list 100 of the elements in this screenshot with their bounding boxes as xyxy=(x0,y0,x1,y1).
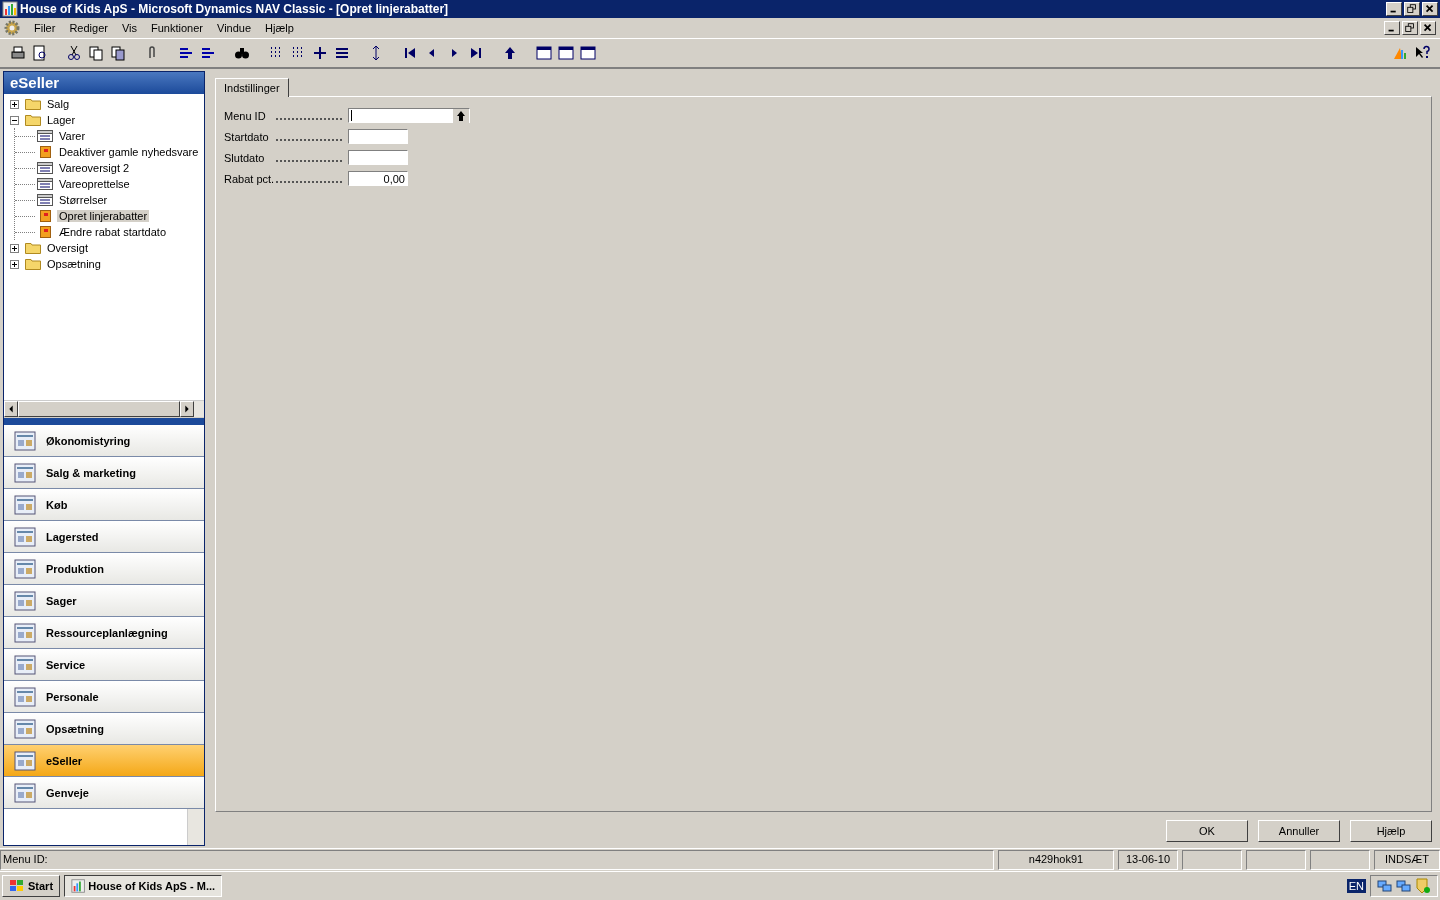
language-indicator[interactable]: EN xyxy=(1346,879,1366,893)
tree-item[interactable]: Lager xyxy=(45,114,78,126)
status-mode: INDSÆT xyxy=(1374,850,1440,870)
scroll-right-icon[interactable] xyxy=(180,401,194,417)
lookup-icon[interactable] xyxy=(453,108,469,123)
navigation-button[interactable]: eSeller xyxy=(4,745,204,777)
first-record-icon[interactable] xyxy=(402,45,418,61)
scroll-left-icon[interactable] xyxy=(4,401,18,417)
module-icon xyxy=(14,430,36,451)
close-icon[interactable] xyxy=(1420,21,1436,35)
status-message: Menu ID: xyxy=(0,850,994,870)
network-icon[interactable] xyxy=(1377,878,1393,894)
indent-icon[interactable] xyxy=(200,45,216,61)
scrollbar-thumb[interactable] xyxy=(18,401,180,417)
tree-item[interactable]: Ændre rabat startdato xyxy=(57,226,168,238)
table-icon[interactable] xyxy=(580,45,596,61)
module-icon xyxy=(14,750,36,771)
status-panel xyxy=(1246,850,1306,870)
splitter-handle[interactable] xyxy=(4,417,204,425)
last-record-icon[interactable] xyxy=(468,45,484,61)
indent-icon[interactable] xyxy=(178,45,194,61)
navigation-button[interactable]: Opsætning xyxy=(4,713,204,745)
folder-icon xyxy=(25,242,41,254)
tree-item[interactable]: Oversigt xyxy=(45,242,90,254)
help-pointer-icon[interactable] xyxy=(1414,45,1430,61)
minimize-icon[interactable] xyxy=(1386,2,1402,16)
restore-icon[interactable] xyxy=(1404,2,1420,16)
menu-item[interactable]: Vindue xyxy=(217,22,252,34)
status-user: n429hok91 xyxy=(998,850,1114,870)
tab[interactable]: Indstillinger xyxy=(215,78,289,97)
tree-item[interactable]: Vareoversigt 2 xyxy=(57,162,132,174)
report-icon xyxy=(37,226,53,238)
navigation-button[interactable]: Lagersted xyxy=(4,521,204,553)
input-field[interactable] xyxy=(348,150,408,165)
copy-icon[interactable] xyxy=(88,45,104,61)
network-icon[interactable] xyxy=(1396,878,1412,894)
tree-item[interactable]: Størrelser xyxy=(57,194,110,206)
menu-item[interactable]: Filer xyxy=(34,22,56,34)
minimize-icon[interactable] xyxy=(1384,21,1400,35)
list-form-icon xyxy=(37,178,53,190)
navigation-button[interactable]: Ressourceplanlægning xyxy=(4,617,204,649)
restore-icon[interactable] xyxy=(1402,21,1418,35)
dialog-button[interactable]: Annuller xyxy=(1258,820,1340,842)
status-panel xyxy=(1182,850,1242,870)
bar-chart-icon xyxy=(2,1,18,17)
binoculars-icon[interactable] xyxy=(234,45,250,61)
table-icon[interactable] xyxy=(558,45,574,61)
horizontal-scrollbar[interactable] xyxy=(4,400,204,417)
expander-icon[interactable] xyxy=(10,243,19,253)
expander-icon[interactable] xyxy=(10,115,19,125)
folder-icon xyxy=(25,258,41,270)
table-icon[interactable] xyxy=(536,45,552,61)
paste-icon[interactable] xyxy=(110,45,126,61)
tree-item[interactable]: Salg xyxy=(45,98,72,110)
menu-item[interactable]: Hjælp xyxy=(265,22,294,34)
module-icon xyxy=(14,718,36,739)
expander-icon[interactable] xyxy=(10,259,19,269)
module-icon xyxy=(14,654,36,675)
up-arrow-icon[interactable] xyxy=(502,45,518,61)
close-icon[interactable] xyxy=(1422,2,1438,16)
module-icon xyxy=(14,526,36,547)
tree-item[interactable]: Vareoprettelse xyxy=(57,178,132,190)
printer-icon[interactable] xyxy=(10,45,26,61)
gear-icon[interactable] xyxy=(4,20,20,36)
windows-logo-icon xyxy=(9,879,25,893)
lookup-field[interactable] xyxy=(348,108,470,123)
tree-item[interactable]: Opret linjerabatter xyxy=(57,210,150,222)
lines-icon[interactable] xyxy=(334,45,350,61)
navigation-button[interactable]: Produktion xyxy=(4,553,204,585)
expander-icon[interactable] xyxy=(10,99,19,109)
tree-item[interactable]: Varer xyxy=(57,130,88,142)
module-icon xyxy=(14,590,36,611)
menu-item[interactable]: Vis xyxy=(121,22,137,34)
input-field[interactable]: 0,00 xyxy=(348,171,408,186)
window-title: House of Kids ApS - Microsoft Dynamics NAV Classic - [Opret linjerabatter] xyxy=(20,2,450,16)
vertical-scrollbar[interactable] xyxy=(187,809,204,845)
panel-header: eSeller xyxy=(4,72,204,94)
field-label: Startdato xyxy=(224,130,270,143)
start-button[interactable]: Start xyxy=(2,875,61,897)
tree-item[interactable]: Opsætning xyxy=(45,258,103,270)
field-label: Menu ID xyxy=(224,109,267,122)
taskbar-button[interactable]: House of Kids ApS - M... xyxy=(64,875,223,897)
list-form-icon xyxy=(37,194,53,206)
navigation-button[interactable]: Sager xyxy=(4,585,204,617)
status-panel xyxy=(1310,850,1370,870)
dialog-button[interactable]: OK xyxy=(1166,820,1248,842)
navigation-button[interactable]: Personale xyxy=(4,681,204,713)
menu-item[interactable]: Rediger xyxy=(69,22,108,34)
report-icon xyxy=(37,210,53,222)
input-field[interactable] xyxy=(348,129,408,144)
tree-item[interactable]: Deaktiver gamle nyhedsvare xyxy=(57,146,201,158)
dialog-button[interactable]: Hjælp xyxy=(1350,820,1432,842)
list-form-icon xyxy=(37,130,53,142)
plus-icon[interactable] xyxy=(312,45,328,61)
print-preview-icon[interactable] xyxy=(32,45,48,61)
menu-item[interactable]: Funktioner xyxy=(151,22,203,34)
status-date: 13-06-10 xyxy=(1118,850,1178,870)
navigation-button[interactable]: Service xyxy=(4,649,204,681)
scissors-icon[interactable] xyxy=(66,45,82,61)
module-icon xyxy=(14,686,36,707)
